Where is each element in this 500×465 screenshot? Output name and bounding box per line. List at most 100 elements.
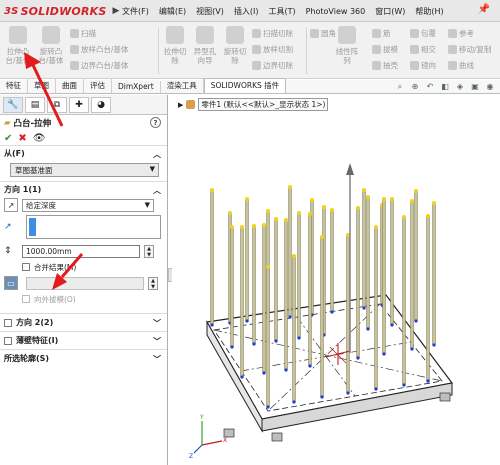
tab-evaluate[interactable]: 评估 [84, 79, 112, 93]
svg-text:Y: Y [199, 414, 204, 421]
lofted-cut-button[interactable]: 放样切割 [252, 44, 293, 55]
sweep-button[interactable]: 扫描 [70, 28, 96, 39]
property-manager-tab-icon[interactable]: ▤ [25, 96, 45, 113]
chevron-down-icon[interactable]: ﹀ [153, 318, 161, 329]
pole-base-point [374, 387, 378, 391]
extruded-cut-button[interactable]: 拉伸切 除 [160, 26, 190, 74]
wrap-button[interactable]: 包覆 [410, 28, 436, 39]
help-icon[interactable]: ? [150, 117, 161, 128]
chevron-down-icon[interactable]: ﹀ [153, 354, 161, 365]
pole-top [414, 189, 418, 193]
revolved-boss-button[interactable]: 旋转凸 台/基体 [36, 26, 66, 74]
move-copy-icon [448, 45, 457, 54]
hole-wizard-button[interactable]: 异型孔 向导 [190, 26, 220, 74]
reverse-direction-icon[interactable]: ↗ [4, 198, 18, 212]
pole-top [266, 209, 270, 213]
cancel-x-icon[interactable]: ✖ [18, 133, 26, 144]
menu-insert[interactable]: 插入(I) [234, 6, 259, 17]
chevron-up-icon[interactable]: ︿ [153, 149, 161, 160]
hide-show-icon[interactable]: ◉ [485, 82, 495, 92]
pole-top [426, 214, 430, 218]
menu-photoview[interactable]: PhotoView 360 [306, 7, 366, 16]
direction2-section-header[interactable]: 方向 2(2) ﹀ [0, 313, 167, 331]
thin-feature-checkbox[interactable] [4, 336, 12, 345]
feature-title: ▰ 凸台-拉伸 ? [0, 115, 167, 131]
chevron-up-icon[interactable]: ︿ [153, 185, 161, 196]
heads-up-view-toolbar: ⌕ ⊕ ↶ ◧ ◈ ▣ ◉ ● [395, 80, 500, 94]
solidworks-logo[interactable]: 3S SOLIDWORKS ▶ [4, 3, 120, 19]
chevron-down-icon: ▼ [144, 200, 150, 209]
draft-button[interactable]: 拔模 [372, 44, 398, 55]
menu-expand-icon[interactable]: ▶ [112, 6, 119, 16]
view-orientation-icon[interactable]: ◈ [455, 82, 465, 92]
graphics-viewport[interactable]: ▶ 零件1 (默认<<默认>_显示状态 1>) Y X Z [172, 95, 500, 465]
tab-dimxpert[interactable]: DimXpert [112, 81, 161, 93]
curves-icon [448, 61, 457, 70]
depth-input[interactable]: 1000.00mm [22, 244, 140, 258]
view-triad: Y X Z [189, 414, 227, 460]
swept-cut-button[interactable]: 扫描切除 [252, 28, 293, 39]
direction2-checkbox[interactable] [4, 318, 12, 327]
rib-button[interactable]: 筋 [372, 28, 391, 39]
zoom-area-icon[interactable]: ⊕ [410, 82, 420, 92]
thin-feature-section-header[interactable]: 薄壁特征(I) ﹀ [0, 331, 167, 349]
chevron-down-icon[interactable]: ﹀ [153, 336, 161, 347]
tab-sketch[interactable]: 草图 [28, 79, 56, 93]
pin-icon[interactable]: 📌 [476, 4, 492, 18]
direction1-section-header[interactable]: 方向 1(1) ︿ [0, 181, 167, 197]
loft-button[interactable]: 放样凸台/基体 [70, 44, 129, 55]
extruded-boss-button[interactable]: 拉伸凸 台/基体 [3, 26, 33, 74]
end-condition-select[interactable]: 给定深度 ▼ [22, 198, 154, 212]
curves-button[interactable]: 曲线 [448, 60, 474, 71]
menu-edit[interactable]: 编辑(E) [159, 6, 186, 17]
preview-eye-icon[interactable]: 👁 [33, 133, 46, 144]
tab-render-tools[interactable]: 渲染工具 [161, 79, 204, 93]
from-start-condition-select[interactable]: 草图基准面 ▼ [10, 163, 159, 177]
menu-tools[interactable]: 工具(T) [268, 6, 295, 17]
draft-spin-button: ▲ ▼ [148, 276, 158, 290]
tab-surfaces[interactable]: 曲面 [56, 79, 84, 93]
selected-contours-section-header[interactable]: 所选轮廓(S) ﹀ [0, 349, 167, 367]
tab-features[interactable]: 特征 [0, 79, 28, 93]
revolved-cut-button[interactable]: 旋转切 除 [220, 26, 250, 74]
zoom-to-fit-icon[interactable]: ⌕ [395, 82, 405, 92]
depth-spin-button[interactable]: ▲ ▼ [144, 244, 154, 258]
direction-selection-box[interactable] [26, 215, 161, 239]
pole-top [252, 224, 256, 228]
section-view-icon[interactable]: ◧ [440, 82, 450, 92]
reference-geometry-button[interactable]: 参考 [448, 28, 474, 39]
hole-wizard-icon [196, 26, 214, 44]
boundary-cut-button[interactable]: 边界切除 [252, 60, 293, 71]
menu-help[interactable]: 帮助(H) [415, 6, 443, 17]
previous-view-icon[interactable]: ↶ [425, 82, 435, 92]
wrap-icon [410, 29, 419, 38]
ribbon-divider [306, 28, 307, 74]
menu-window[interactable]: 窗口(W) [375, 6, 405, 17]
shell-button[interactable]: 抽壳 [372, 60, 398, 71]
pole-base-point [230, 345, 234, 349]
pole-base-point [432, 343, 436, 347]
pole-top [322, 205, 326, 209]
merge-result-checkbox[interactable] [22, 263, 30, 271]
draft-toggle-icon[interactable]: ▭ [4, 276, 18, 290]
dimxpert-manager-tab-icon[interactable]: ✚ [69, 96, 89, 113]
ok-check-icon[interactable]: ✔ [4, 133, 12, 144]
intersect-button[interactable]: 相交 [410, 44, 436, 55]
panel-tab-strip: 🔧 ▤ ⧉ ✚ ◕ [0, 95, 167, 115]
feature-manager-tab-icon[interactable]: 🔧 [3, 96, 23, 113]
tab-solidworks-addins[interactable]: SOLIDWORKS 插件 [203, 78, 287, 93]
linear-pattern-button[interactable]: 线性阵 列 [332, 26, 362, 74]
move-copy-button[interactable]: 移动/复制 [448, 44, 492, 55]
menu-file[interactable]: 文件(F) [122, 6, 149, 17]
pole-top [262, 223, 266, 227]
pole-top [402, 215, 406, 219]
pole-base-point [330, 310, 334, 314]
menu-view[interactable]: 视图(V) [196, 6, 224, 17]
mirror-button[interactable]: 镜向 [410, 60, 436, 71]
mirror-icon [410, 61, 419, 70]
display-manager-tab-icon[interactable]: ◕ [91, 96, 111, 113]
from-section-header[interactable]: 从(F) ︿ [0, 145, 167, 161]
boundary-boss-button[interactable]: 边界凸台/基体 [70, 60, 129, 71]
configuration-manager-tab-icon[interactable]: ⧉ [47, 96, 67, 113]
display-style-icon[interactable]: ▣ [470, 82, 480, 92]
